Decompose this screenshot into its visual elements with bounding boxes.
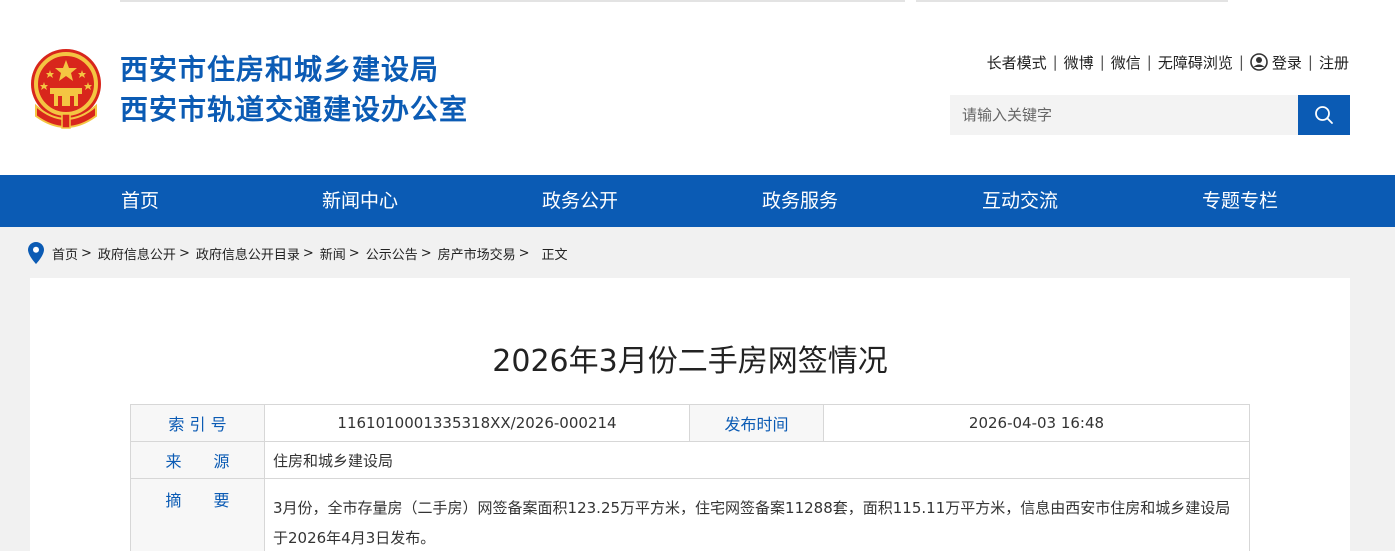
date-value: 2026-04-03 16:48 <box>823 404 1250 442</box>
site-title[interactable]: 西安市住房和城乡建设局 西安市轨道交通建设办公室 <box>120 50 468 130</box>
index-label: 索 引 号 <box>130 404 265 442</box>
breadcrumb-separator: > <box>81 245 92 261</box>
table-row: 摘 要 3月份，全市存量房（二手房）网签备案面积123.25万平方米，住宅网签备… <box>130 478 1250 551</box>
search-button[interactable] <box>1298 95 1350 135</box>
search-icon <box>1315 106 1333 124</box>
main-nav: 首页 新闻中心 政务公开 政务服务 互动交流 专题专栏 <box>0 175 1395 227</box>
nav-item-gov-affairs-open[interactable]: 政务公开 <box>470 175 690 227</box>
link-separator: | <box>1099 53 1105 71</box>
date-label: 发布时间 <box>689 404 824 442</box>
breadcrumb-separator: > <box>178 245 190 261</box>
summary-label: 摘 要 <box>130 478 265 551</box>
nav-item-special-topics[interactable]: 专题专栏 <box>1130 175 1350 227</box>
article-panel: 2026年3月份二手房网签情况 索 引 号 1161010001335318XX… <box>30 278 1350 551</box>
nav-item-interaction[interactable]: 互动交流 <box>910 175 1130 227</box>
breadcrumb: 首页 > 政府信息公开 > 政府信息公开目录 > 新闻 > 公示公告 > 房产市… <box>28 242 568 264</box>
user-icon <box>1250 53 1268 71</box>
top-strip-segment <box>120 0 905 2</box>
wechat-link[interactable]: 微信 <box>1111 52 1141 73</box>
search-box <box>950 95 1350 135</box>
link-separator: | <box>1052 53 1058 71</box>
article-meta-table: 索 引 号 1161010001335318XX/2026-000214 发布时… <box>130 404 1250 551</box>
summary-value: 3月份，全市存量房（二手房）网签备案面积123.25万平方米，住宅网签备案112… <box>264 478 1250 551</box>
location-pin-icon <box>28 242 44 264</box>
breadcrumb-item-gov-info-open[interactable]: 政府信息公开 <box>98 244 176 263</box>
table-row: 索 引 号 1161010001335318XX/2026-000214 发布时… <box>130 404 1250 442</box>
site-title-line1: 西安市住房和城乡建设局 <box>120 53 440 86</box>
elder-mode-link[interactable]: 长者模式 <box>987 52 1047 73</box>
breadcrumb-separator: > <box>302 245 314 261</box>
search-input[interactable] <box>950 95 1298 135</box>
link-separator: | <box>1146 53 1152 71</box>
breadcrumb-separator: > <box>518 245 530 261</box>
breadcrumb-current: 正文 <box>541 247 568 263</box>
article-title: 2026年3月份二手房网签情况 <box>492 344 888 379</box>
accessibility-link[interactable]: 无障碍浏览 <box>1158 52 1233 73</box>
source-value: 住房和城乡建设局 <box>264 441 1250 479</box>
nav-item-gov-services[interactable]: 政务服务 <box>690 175 910 227</box>
register-link[interactable]: 注册 <box>1319 52 1349 73</box>
breadcrumb-item-announcements[interactable]: 公示公告 <box>366 244 418 263</box>
link-separator: | <box>1307 53 1313 71</box>
breadcrumb-item-gov-info-catalog[interactable]: 政府信息公开目录 <box>196 244 300 263</box>
nav-item-news[interactable]: 新闻中心 <box>250 175 470 227</box>
breadcrumb-item-home[interactable]: 首页 <box>52 244 78 263</box>
top-links: 长者模式 | 微博 | 微信 | 无障碍浏览 | 登录 | 注册 <box>987 52 1349 72</box>
site-header: 西安市住房和城乡建设局 西安市轨道交通建设办公室 长者模式 | 微博 | 微信 … <box>0 8 1395 175</box>
site-title-line2: 西安市轨道交通建设办公室 <box>120 93 469 126</box>
top-strip <box>0 0 1395 8</box>
table-row: 来 源 住房和城乡建设局 <box>130 441 1250 479</box>
national-emblem-icon[interactable] <box>28 46 104 130</box>
index-value: 1161010001335318XX/2026-000214 <box>264 404 690 442</box>
breadcrumb-separator: > <box>348 245 360 261</box>
breadcrumb-item-housing-market[interactable]: 房产市场交易 <box>438 244 516 263</box>
login-link[interactable]: 登录 <box>1272 52 1302 73</box>
link-separator: | <box>1238 53 1244 71</box>
breadcrumb-separator: > <box>420 245 432 261</box>
breadcrumb-item-news[interactable]: 新闻 <box>320 244 346 263</box>
source-label: 来 源 <box>130 441 265 479</box>
nav-item-home[interactable]: 首页 <box>30 175 250 227</box>
top-strip-segment <box>916 0 1228 2</box>
weibo-link[interactable]: 微博 <box>1064 52 1094 73</box>
